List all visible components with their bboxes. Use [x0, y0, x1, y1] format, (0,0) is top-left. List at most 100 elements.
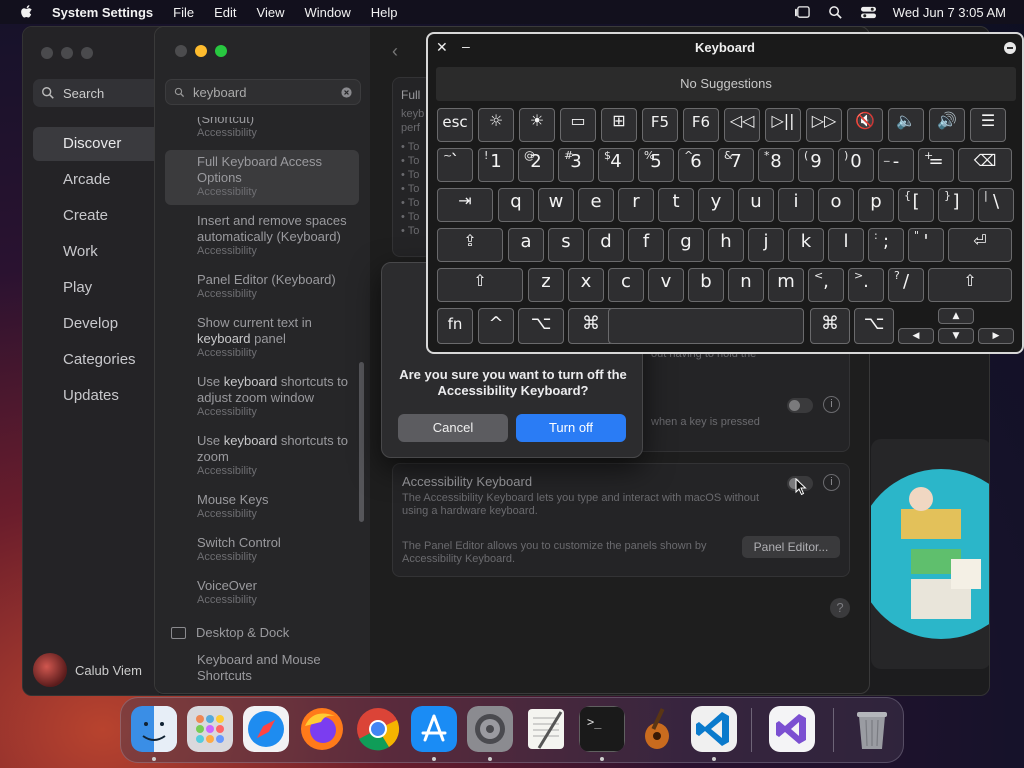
key-0[interactable]: ) 0: [838, 148, 874, 182]
brightness-up-key[interactable]: ☀: [519, 108, 555, 142]
key-c[interactable]: c: [608, 268, 644, 302]
key-bracket-1[interactable]: }]: [938, 188, 974, 222]
minimize-icon[interactable]: –: [462, 38, 470, 54]
key-minus[interactable]: _ -: [878, 148, 914, 182]
key-e[interactable]: e: [578, 188, 614, 222]
launchpad-key[interactable]: ⊞: [601, 108, 637, 142]
app-store-icon[interactable]: [411, 706, 457, 752]
key-punct-z-1[interactable]: >.: [848, 268, 884, 302]
nav-create[interactable]: Create: [33, 199, 163, 233]
minimize-icon[interactable]: [195, 45, 207, 57]
fast-forward-key[interactable]: ▷▷: [806, 108, 842, 142]
esc-key[interactable]: esc: [437, 108, 473, 142]
f6-key[interactable]: F6: [683, 108, 719, 142]
help-button[interactable]: ?: [830, 598, 850, 618]
key-d[interactable]: d: [588, 228, 624, 262]
search-result[interactable]: Mouse Keys Accessibility: [165, 488, 359, 527]
nav-develop[interactable]: Develop: [33, 307, 163, 341]
key-5[interactable]: % 5: [638, 148, 674, 182]
search-result[interactable]: Panel Editor (Keyboard) Accessibility: [165, 268, 359, 307]
key-i[interactable]: i: [778, 188, 814, 222]
menu-view[interactable]: View: [257, 5, 285, 20]
key-s[interactable]: s: [548, 228, 584, 262]
vscode-icon[interactable]: [691, 706, 737, 752]
spotlight-search-icon[interactable]: [827, 5, 844, 20]
key-1[interactable]: ! 1: [478, 148, 514, 182]
key-z[interactable]: z: [528, 268, 564, 302]
menu-help[interactable]: Help: [371, 5, 398, 20]
menu-window[interactable]: Window: [304, 5, 350, 20]
settings-search-input[interactable]: [193, 84, 333, 100]
fn-key[interactable]: fn: [437, 308, 473, 344]
arrow-right-key[interactable]: ▶: [978, 328, 1014, 344]
rewind-key[interactable]: ◁◁: [724, 108, 760, 142]
key-r[interactable]: r: [618, 188, 654, 222]
key-g[interactable]: g: [668, 228, 704, 262]
key-6[interactable]: ^ 6: [678, 148, 714, 182]
search-result[interactable]: Switch Control Accessibility: [165, 531, 359, 570]
nav-play[interactable]: Play: [33, 271, 163, 305]
chrome-icon[interactable]: [355, 706, 401, 752]
key-a[interactable]: a: [508, 228, 544, 262]
zoom-icon[interactable]: [215, 45, 227, 57]
search-result[interactable]: Show current text in keyboard panel Acce…: [165, 311, 359, 366]
apple-menu-icon[interactable]: [18, 3, 36, 21]
search-result[interactable]: Keyboard and Mouse Shortcuts: [165, 648, 359, 690]
settings-search-field[interactable]: [165, 79, 361, 105]
search-result[interactable]: VoiceOver Accessibility: [165, 574, 359, 613]
arrow-left-key[interactable]: ◀: [898, 328, 934, 344]
play-pause-key[interactable]: ▷||: [765, 108, 801, 142]
featured-card[interactable]: [856, 439, 989, 669]
menubar-clock[interactable]: Wed Jun 7 3:05 AM: [893, 5, 1006, 20]
back-chevron-icon[interactable]: ‹: [392, 41, 398, 62]
nav-categories[interactable]: Categories: [33, 343, 163, 377]
volume-up-key[interactable]: 🔊: [929, 108, 965, 142]
key-y[interactable]: y: [698, 188, 734, 222]
key-v[interactable]: v: [648, 268, 684, 302]
turn-off-button[interactable]: Turn off: [516, 414, 626, 442]
key-m[interactable]: m: [768, 268, 804, 302]
return-key[interactable]: ⏎: [948, 228, 1012, 262]
panel-editor-button[interactable]: Panel Editor...: [742, 536, 840, 558]
system-settings-icon[interactable]: [467, 706, 513, 752]
app-store-account[interactable]: Calub Viem: [33, 653, 142, 687]
trash-icon[interactable]: [849, 706, 895, 752]
close-icon[interactable]: ✕: [436, 39, 448, 56]
terminal-icon[interactable]: >_: [579, 706, 625, 752]
garageband-icon[interactable]: [635, 706, 681, 752]
backspace-key[interactable]: ⌫: [958, 148, 1012, 182]
left-shift-key[interactable]: ⇧: [437, 268, 523, 302]
sidebar-scrollbar[interactable]: [359, 362, 364, 522]
key-x[interactable]: x: [568, 268, 604, 302]
textedit-icon[interactable]: [523, 706, 569, 752]
nav-discover[interactable]: Discover: [33, 127, 163, 161]
panel-options-icon[interactable]: [1004, 42, 1016, 54]
right-command-key[interactable]: ⌘: [810, 308, 850, 344]
key-f[interactable]: f: [628, 228, 664, 262]
cancel-button[interactable]: Cancel: [398, 414, 508, 442]
info-icon[interactable]: i: [823, 474, 840, 491]
tab-key[interactable]: ⇥: [437, 188, 493, 222]
menu-edit[interactable]: Edit: [214, 5, 236, 20]
search-result-selected[interactable]: Full Keyboard Access Options Accessibili…: [165, 150, 359, 205]
search-result[interactable]: (Shortcut) Accessibility: [165, 117, 359, 146]
f5-key[interactable]: F5: [642, 108, 678, 142]
nav-work[interactable]: Work: [33, 235, 163, 269]
option-toggle[interactable]: [787, 398, 813, 413]
menu-file[interactable]: File: [173, 5, 194, 20]
key-p[interactable]: p: [858, 188, 894, 222]
control-center-icon[interactable]: [860, 5, 877, 20]
key-u[interactable]: u: [738, 188, 774, 222]
close-icon[interactable]: [175, 45, 187, 57]
key-punct-0[interactable]: :;: [868, 228, 904, 262]
nav-updates[interactable]: Updates: [33, 379, 163, 413]
arrow-up-key[interactable]: ▲: [938, 308, 974, 324]
search-result[interactable]: Use keyboard shortcuts to adjust zoom wi…: [165, 370, 359, 425]
firefox-icon[interactable]: [299, 706, 345, 752]
key-q[interactable]: q: [498, 188, 534, 222]
left-option-key[interactable]: ⌥: [518, 308, 564, 344]
volume-down-key[interactable]: 🔈: [888, 108, 924, 142]
key-backtick[interactable]: ~ `: [437, 148, 473, 182]
brightness-down-key[interactable]: ☼: [478, 108, 514, 142]
key-l[interactable]: l: [828, 228, 864, 262]
